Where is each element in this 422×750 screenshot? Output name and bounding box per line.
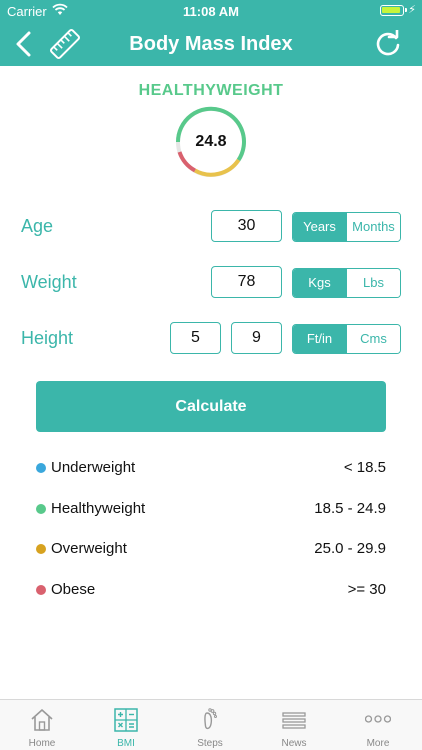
bmi-status-label: HEALTHYWEIGHT (138, 82, 284, 99)
weight-unit-lbs[interactable]: Lbs (346, 269, 400, 297)
age-label: Age (21, 216, 54, 236)
tab-bmi[interactable]: BMI (84, 700, 168, 750)
height-inches-input[interactable]: 9 (231, 322, 282, 354)
age-unit-years[interactable]: Years (293, 213, 346, 241)
age-unit-selector: Years Months (292, 212, 401, 242)
tab-more[interactable]: More (336, 700, 420, 750)
obese-dot-icon (36, 585, 46, 595)
tab-label: More (366, 738, 390, 749)
height-unit-cms[interactable]: Cms (346, 325, 400, 353)
age-input[interactable]: 30 (211, 210, 282, 242)
news-icon (282, 712, 306, 729)
refresh-icon[interactable] (374, 30, 402, 58)
legend-item-overweight: Overweight 25.0 - 29.9 (36, 539, 386, 559)
height-unit-ftin[interactable]: Ft/in (293, 325, 346, 353)
status-bar: Carrier 11:08 AM ⚡ (0, 0, 422, 22)
tab-label: News (281, 738, 307, 749)
page-title: Body Mass Index (129, 33, 293, 55)
legend-item-underweight: Underweight < 18.5 (36, 458, 386, 478)
tab-label: BMI (117, 738, 135, 749)
weight-unit-kgs[interactable]: Kgs (293, 269, 346, 297)
legend-range: 25.0 - 29.9 (314, 540, 386, 557)
height-feet-input[interactable]: 5 (170, 322, 221, 354)
tab-home[interactable]: Home (0, 700, 84, 750)
tab-bar: Home BMI Steps News More (0, 699, 422, 750)
legend-name: Obese (51, 581, 96, 598)
legend-range: 18.5 - 24.9 (314, 500, 386, 517)
height-unit-selector: Ft/in Cms (292, 324, 401, 354)
tab-steps[interactable]: Steps (168, 700, 252, 750)
tab-news[interactable]: News (252, 700, 336, 750)
calculate-button[interactable]: Calculate (36, 381, 386, 432)
legend-name: Underweight (51, 459, 136, 476)
tab-label: Steps (197, 738, 223, 749)
weight-input[interactable]: 78 (211, 266, 282, 298)
more-icon (365, 715, 391, 723)
overweight-dot-icon (36, 544, 46, 554)
weight-unit-selector: Kgs Lbs (292, 268, 401, 298)
healthyweight-dot-icon (36, 504, 46, 514)
home-icon (31, 709, 53, 731)
legend-item-healthyweight: Healthyweight 18.5 - 24.9 (36, 499, 386, 519)
footprint-icon (204, 708, 217, 730)
calculator-icon (114, 708, 138, 732)
weight-label: Weight (21, 272, 77, 292)
battery-icon (380, 5, 407, 16)
legend-item-obese: Obese >= 30 (36, 580, 386, 600)
status-time: 11:08 AM (183, 4, 239, 19)
age-unit-months[interactable]: Months (346, 213, 400, 241)
legend-name: Healthyweight (51, 500, 146, 517)
charging-icon: ⚡ (408, 4, 416, 16)
legend-name: Overweight (51, 540, 127, 557)
underweight-dot-icon (36, 463, 46, 473)
bmi-value: 24.8 (195, 133, 227, 150)
header-bar: Carrier 11:08 AM ⚡ Body Mass Index (0, 0, 422, 66)
legend-range: >= 30 (347, 581, 386, 598)
legend-range: < 18.5 (343, 459, 386, 476)
height-label: Height (21, 328, 74, 348)
tab-label: Home (28, 738, 56, 749)
